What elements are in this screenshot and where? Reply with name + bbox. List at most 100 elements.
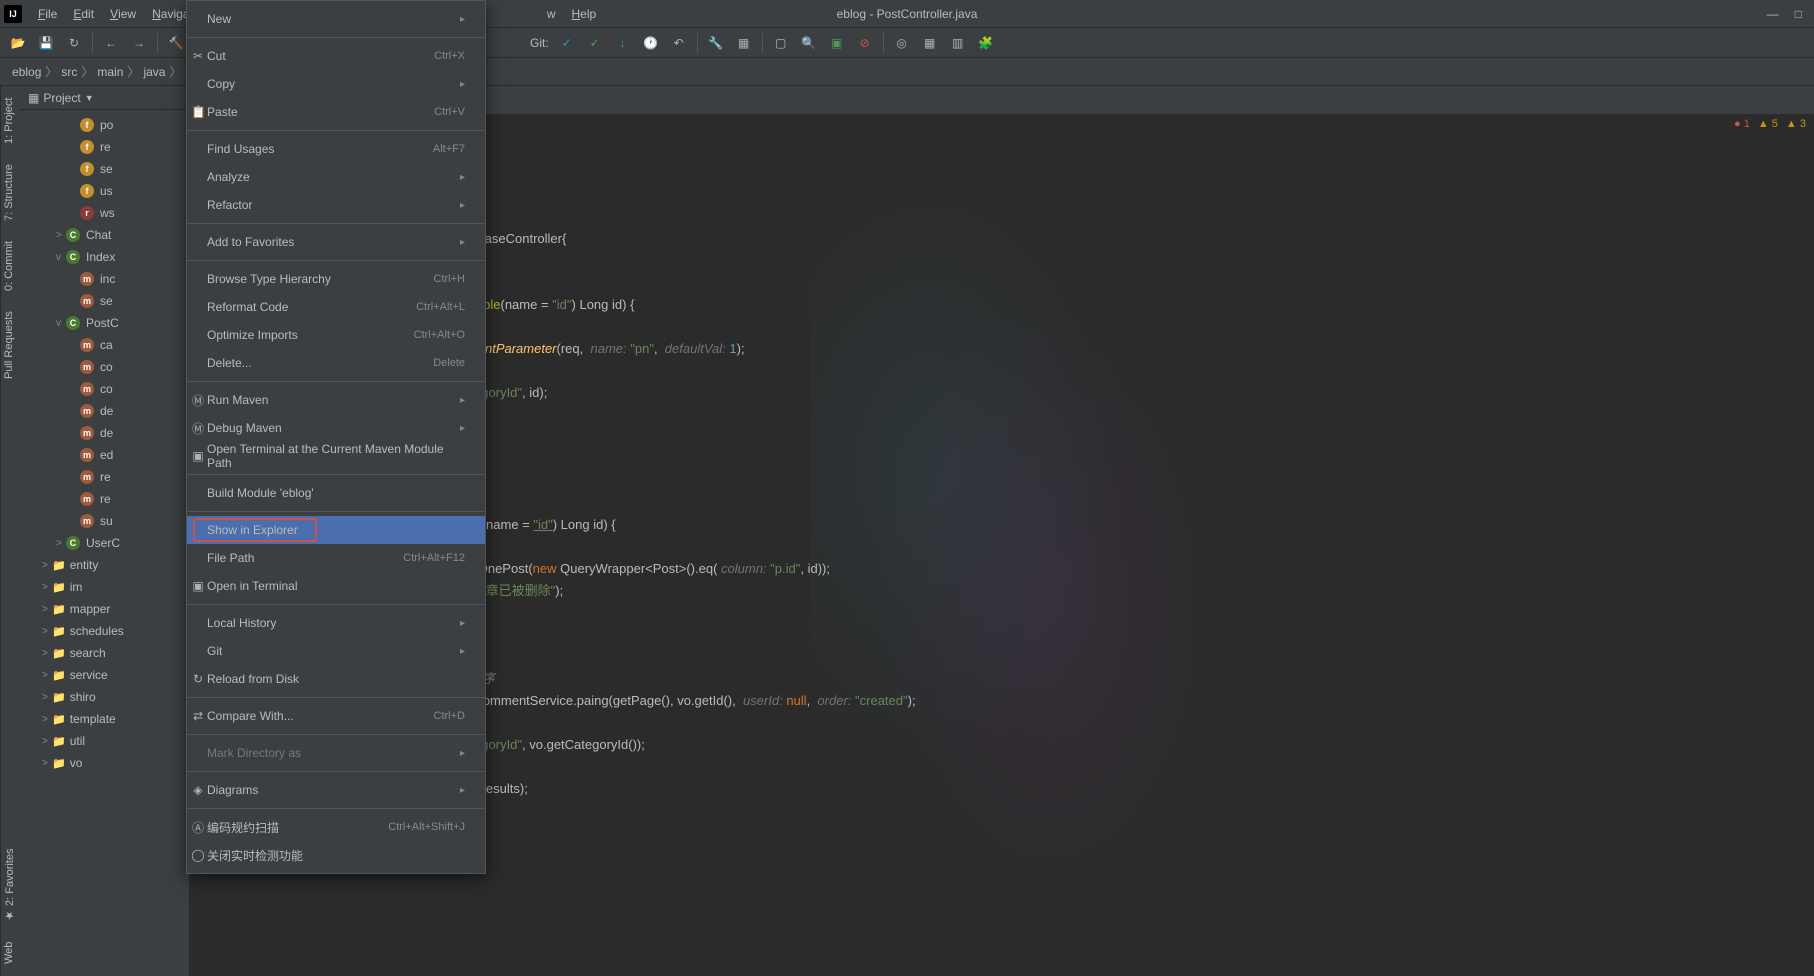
breadcrumb-item[interactable]: eblog: [12, 65, 41, 79]
git-history-icon[interactable]: 🕐: [641, 33, 661, 53]
ctx-debug-maven[interactable]: ⓂDebug Maven▸: [187, 414, 485, 442]
ctx-build-module-eblog-[interactable]: Build Module 'eblog': [187, 479, 485, 507]
menu-file[interactable]: FFileile: [30, 0, 65, 27]
ctx-open-terminal-at-the-current-maven-module-path[interactable]: ▣Open Terminal at the Current Maven Modu…: [187, 442, 485, 470]
tree-node[interactable]: fpo: [20, 114, 189, 136]
tree-node[interactable]: >📁entity: [20, 554, 189, 576]
tab-commit[interactable]: 0: Commit: [3, 237, 18, 295]
project-header[interactable]: ▦ Project ▼: [20, 86, 189, 110]
inspection-bar[interactable]: ● 1 ▲ 5 ▲ 3: [1734, 118, 1806, 130]
tree-node[interactable]: mre: [20, 488, 189, 510]
tree-node[interactable]: fse: [20, 158, 189, 180]
ctx-cut[interactable]: ✂CutCtrl+X: [187, 42, 485, 70]
save-icon[interactable]: 💾: [36, 33, 56, 53]
tree-node[interactable]: >📁service: [20, 664, 189, 686]
ctx--[interactable]: Ⓐ编码规约扫描Ctrl+Alt+Shift+J: [187, 813, 485, 841]
minimize-button[interactable]: —: [1767, 7, 1779, 21]
tab-favorites[interactable]: ★ 2: Favorites: [3, 844, 18, 926]
ctx-refactor[interactable]: Refactor▸: [187, 191, 485, 219]
code-content[interactable]: package com.example.controller;import ..…: [270, 114, 1814, 976]
ctx-find-usages[interactable]: Find UsagesAlt+F7: [187, 135, 485, 163]
ctx-browse-type-hierarchy[interactable]: Browse Type HierarchyCtrl+H: [187, 265, 485, 293]
git-commit-icon[interactable]: ✓: [557, 33, 577, 53]
tree-node[interactable]: minc: [20, 268, 189, 290]
color-icon[interactable]: ▦: [920, 33, 940, 53]
open-icon[interactable]: 📂: [8, 33, 28, 53]
menu-edit[interactable]: Edit: [65, 0, 102, 27]
menu-window[interactable]: w: [539, 0, 564, 27]
error-count[interactable]: ● 1: [1734, 118, 1750, 130]
ctx-paste[interactable]: 📋PasteCtrl+V: [187, 98, 485, 126]
ctx-file-path[interactable]: File PathCtrl+Alt+F12: [187, 544, 485, 572]
tree-node[interactable]: vCIndex: [20, 246, 189, 268]
tree-node[interactable]: vCPostC: [20, 312, 189, 334]
back-icon[interactable]: ←: [101, 33, 121, 53]
menu-help[interactable]: Help: [563, 0, 604, 27]
tree-node[interactable]: >📁vo: [20, 752, 189, 774]
breadcrumb-item[interactable]: main: [97, 65, 123, 79]
ctx-compare-with-[interactable]: ⇄Compare With...Ctrl+D: [187, 702, 485, 730]
ctx-new[interactable]: New▸: [187, 5, 485, 33]
structure-icon[interactable]: ▦: [734, 33, 754, 53]
search-icon[interactable]: 🔍: [799, 33, 819, 53]
ctx-reload-from-disk[interactable]: ↻Reload from Disk: [187, 665, 485, 693]
tab-pull-requests[interactable]: Pull Requests: [3, 307, 18, 383]
ctx-git[interactable]: Git▸: [187, 637, 485, 665]
tree-node[interactable]: mde: [20, 400, 189, 422]
tree-node[interactable]: mde: [20, 422, 189, 444]
tree-node[interactable]: >📁schedules: [20, 620, 189, 642]
db-icon[interactable]: ▣: [827, 33, 847, 53]
ctx-add-to-favorites[interactable]: Add to Favorites▸: [187, 228, 485, 256]
tree-node[interactable]: >📁template: [20, 708, 189, 730]
tree-node[interactable]: mco: [20, 378, 189, 400]
dropdown-icon[interactable]: ▼: [85, 93, 94, 103]
git-checkmark-icon[interactable]: ✓: [585, 33, 605, 53]
profiler-icon[interactable]: ◎: [892, 33, 912, 53]
breadcrumb-item[interactable]: java: [143, 65, 165, 79]
tab-project[interactable]: 1: Project: [3, 94, 18, 148]
tree-node[interactable]: fus: [20, 180, 189, 202]
build-icon[interactable]: 🔨: [166, 33, 186, 53]
tree-node[interactable]: >📁util: [20, 730, 189, 752]
ctx-copy[interactable]: Copy▸: [187, 70, 485, 98]
git-update-icon[interactable]: ↓: [613, 33, 633, 53]
tree-node[interactable]: mca: [20, 334, 189, 356]
tree-node[interactable]: >📁search: [20, 642, 189, 664]
tree-node[interactable]: >CUserC: [20, 532, 189, 554]
tree-node[interactable]: mre: [20, 466, 189, 488]
tree-node[interactable]: med: [20, 444, 189, 466]
ctx-optimize-imports[interactable]: Optimize ImportsCtrl+Alt+O: [187, 321, 485, 349]
ctx-show-in-explorer[interactable]: Show in Explorer: [187, 516, 485, 544]
tree-node[interactable]: mse: [20, 290, 189, 312]
tab-web[interactable]: Web: [3, 938, 18, 968]
tree-node[interactable]: >📁im: [20, 576, 189, 598]
tab-structure[interactable]: 7: Structure: [3, 160, 18, 225]
ctx-analyze[interactable]: Analyze▸: [187, 163, 485, 191]
git-rollback-icon[interactable]: ↶: [669, 33, 689, 53]
avatar-icon[interactable]: ▢: [771, 33, 791, 53]
warning-count[interactable]: ▲ 5: [1758, 118, 1778, 130]
coverage-icon[interactable]: ▥: [948, 33, 968, 53]
tree-node[interactable]: >CChat: [20, 224, 189, 246]
sync-icon[interactable]: ↻: [64, 33, 84, 53]
ctx-reformat-code[interactable]: Reformat CodeCtrl+Alt+L: [187, 293, 485, 321]
menu-view[interactable]: View: [102, 0, 144, 27]
ctx-diagrams[interactable]: ◈Diagrams▸: [187, 776, 485, 804]
weak-warning-count[interactable]: ▲ 3: [1786, 118, 1806, 130]
stop-icon[interactable]: ⊘: [855, 33, 875, 53]
maximize-button[interactable]: □: [1795, 7, 1802, 21]
settings-icon[interactable]: 🔧: [706, 33, 726, 53]
tree-node[interactable]: >📁shiro: [20, 686, 189, 708]
tree-node[interactable]: >📁mapper: [20, 598, 189, 620]
tree-node[interactable]: msu: [20, 510, 189, 532]
puzzle-icon[interactable]: 🧩: [976, 33, 996, 53]
ctx-open-in-terminal[interactable]: ▣Open in Terminal: [187, 572, 485, 600]
breadcrumb-item[interactable]: src: [61, 65, 77, 79]
forward-icon[interactable]: →: [129, 33, 149, 53]
tree-node[interactable]: fre: [20, 136, 189, 158]
tree-node[interactable]: rws: [20, 202, 189, 224]
tree-node[interactable]: mco: [20, 356, 189, 378]
ctx-delete-[interactable]: Delete...Delete: [187, 349, 485, 377]
ctx-local-history[interactable]: Local History▸: [187, 609, 485, 637]
ctx-run-maven[interactable]: ⓂRun Maven▸: [187, 386, 485, 414]
